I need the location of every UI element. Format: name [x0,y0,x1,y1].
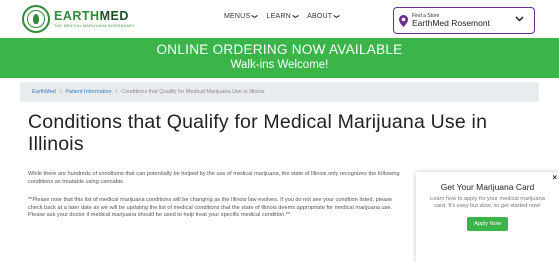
close-icon[interactable]: × [552,173,557,182]
site-header: EARTHMED THE MEDICAL MARIJUANA DISPENSAR… [0,0,559,38]
card-text: Learn how to apply for your medical mari… [430,196,545,210]
marijuana-card-popup: × Get Your Marijuana Card Learn how to a… [416,172,559,262]
nav-menus-label: MENUS [224,13,251,20]
breadcrumb-home[interactable]: EarthMed [32,89,56,95]
apply-now-button[interactable]: Apply Now [467,216,508,231]
nav-about[interactable]: ABOUT ❯ [307,13,339,20]
chevron-down-icon: ❯ [251,13,258,20]
banner-subline: Walk-ins Welcome! [230,59,329,71]
logo-wordmark: EARTHMED [54,9,129,23]
logo-tagline: THE MEDICAL MARIJUANA DISPENSARY [54,24,135,28]
breadcrumb-separator: / [115,89,118,95]
chevron-down-icon: ❯ [291,13,298,20]
earthmed-logo[interactable]: EARTHMED THE MEDICAL MARIJUANA DISPENSAR… [22,5,135,33]
chevron-down-icon [515,15,524,24]
store-selector-value: EarthMed Rosemont [412,18,490,28]
breadcrumb-patient-info[interactable]: Patient Information [65,89,111,95]
nav-about-label: ABOUT [307,13,333,20]
card-title: Get Your Marijuana Card [440,182,535,192]
intro-paragraph: While there are hundreds of conditions t… [28,171,400,185]
breadcrumb-current: Conditions that Qualify for Medical Mari… [121,89,265,95]
nav-learn[interactable]: LEARN ❯ [267,13,299,20]
chevron-down-icon: ❯ [333,13,340,20]
note-paragraph: **Please note that this list of medical … [28,197,393,219]
logo-seal-icon [22,5,50,33]
map-pin-icon [399,14,408,27]
store-selector[interactable]: Find a Store EarthMed Rosemont [393,7,535,34]
breadcrumb: EarthMed / Patient Information / Conditi… [20,82,539,102]
nav-menus[interactable]: MENUS ❯ [224,13,258,20]
ordering-banner: ONLINE ORDERING NOW AVAILABLE Walk-ins W… [0,38,559,78]
page-title: Conditions that Qualify for Medical Mari… [28,111,488,155]
nav-learn-label: LEARN [266,13,291,20]
main-nav: MENUS ❯ LEARN ❯ ABOUT ❯ [224,13,339,20]
banner-headline: ONLINE ORDERING NOW AVAILABLE [156,42,403,57]
breadcrumb-separator: / [59,89,62,95]
